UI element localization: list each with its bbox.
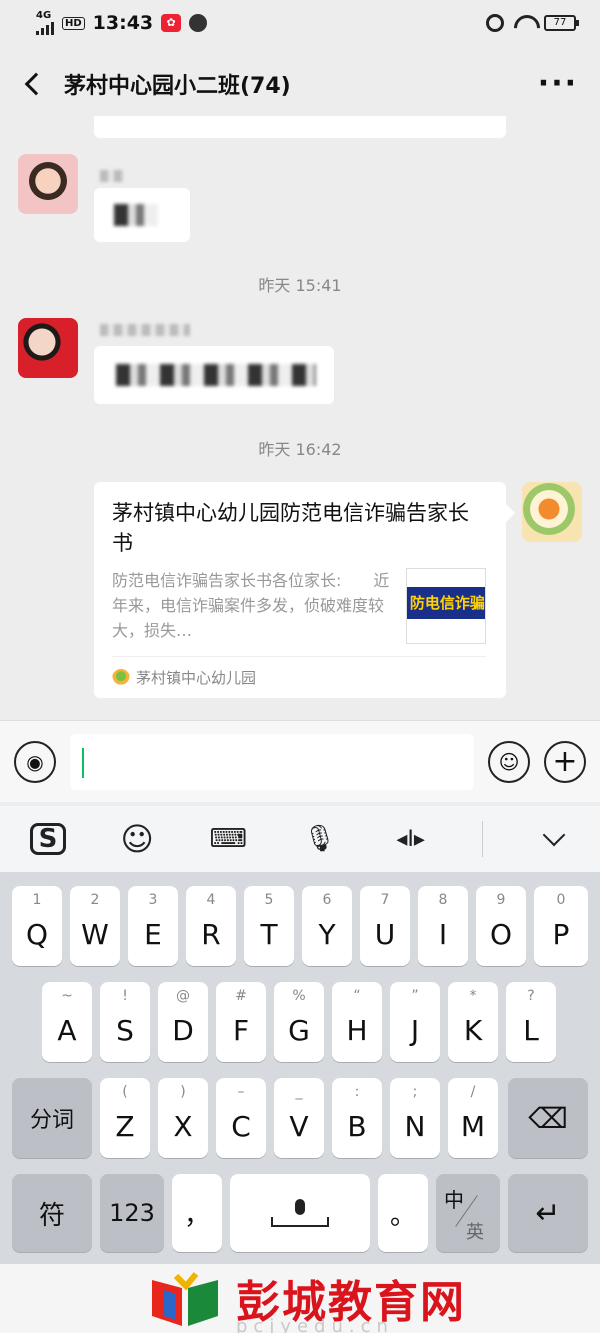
key-k[interactable]: * K <box>448 982 498 1062</box>
keyboard: 1Q 2W 3E 4R 5T 6Y 7U 8I 9O 0P ~ A ! S @ D #… <box>0 872 600 1264</box>
sender-name-blurred <box>100 170 124 182</box>
watermark-logo <box>152 1272 218 1326</box>
avatar[interactable] <box>18 318 78 378</box>
message-list[interactable]: 昨天 15:41 昨天 16:42 茅村镇中心幼儿园防范电信诈骗告家长书 防范电… <box>0 116 600 716</box>
alarm-icon <box>486 14 504 32</box>
hd-icon: HD <box>62 16 85 30</box>
card-title: 茅村镇中心幼儿园防范电信诈骗告家长书 <box>112 501 469 555</box>
notification-icon <box>189 14 208 32</box>
wifi-icon <box>514 15 534 31</box>
input-bar: ◉ ☺ + <box>0 720 600 802</box>
network-type: 4G <box>36 10 52 21</box>
collapse-keyboard-icon[interactable] <box>534 819 574 859</box>
key-r[interactable]: 4R <box>186 886 236 966</box>
link-card[interactable]: 茅村镇中心幼儿园防范电信诈骗告家长书 防范电信诈骗告家长书各位家长: 近年来，电… <box>94 482 515 698</box>
key-x[interactable]: ) X <box>158 1078 208 1158</box>
key-a[interactable]: ~ A <box>42 982 92 1062</box>
notification-app-icon: ✿ <box>161 14 182 32</box>
keyboard-icon[interactable]: ⌨ <box>208 819 248 859</box>
timestamp: 昨天 16:42 <box>258 440 342 459</box>
avatar[interactable] <box>18 154 78 214</box>
enter-icon: ↵ <box>535 1195 561 1231</box>
key-o[interactable]: 9O <box>476 886 526 966</box>
key-p[interactable]: 0P <box>534 886 588 966</box>
voice-icon: ◉ <box>26 749 44 774</box>
message-bubble[interactable] <box>94 116 506 138</box>
key-n[interactable]: ; N <box>390 1078 440 1158</box>
key-c[interactable]: – C <box>216 1078 266 1158</box>
emoji-button[interactable]: ☺ <box>488 740 530 783</box>
ime-emoji-icon[interactable]: ☺ <box>117 819 157 859</box>
key-d[interactable]: @ D <box>158 982 208 1062</box>
cursor-move-icon[interactable]: ◂I▸ <box>391 819 431 859</box>
message-text-blurred <box>114 204 158 226</box>
back-arrow-icon <box>24 72 48 96</box>
key-g[interactable]: % G <box>274 982 324 1062</box>
message-bubble[interactable] <box>94 346 334 404</box>
chat-title: 茅村中心园小二班(74) <box>64 74 291 99</box>
card-source: 茅村镇中心幼儿园 <box>112 656 486 698</box>
message-text-blurred <box>116 364 316 386</box>
chat-header: 茅村中心园小二班(74) ··· <box>0 52 600 116</box>
school-logo-icon <box>112 668 130 687</box>
key-v[interactable]: _ V <box>274 1078 324 1158</box>
key-f[interactable]: # F <box>216 982 266 1062</box>
status-bar: 4G HD 13:43 ✿ 77 <box>0 0 600 46</box>
key-symbols[interactable]: 符 <box>12 1174 92 1252</box>
key-123[interactable]: 123 <box>100 1174 164 1252</box>
key-e[interactable]: 3E <box>128 886 178 966</box>
key-t[interactable]: 5T <box>244 886 294 966</box>
more-options-button[interactable]: ··· <box>538 69 578 99</box>
key-z[interactable]: (Z <box>100 1078 150 1158</box>
key-y[interactable]: 6Y <box>302 886 352 966</box>
key-period[interactable]: 。 <box>378 1174 428 1252</box>
key-fenci[interactable]: 分词 <box>12 1078 92 1158</box>
sogou-logo-icon[interactable]: S <box>30 823 66 855</box>
battery-icon: 77 <box>544 15 579 31</box>
key-l[interactable]: ? L <box>506 982 556 1062</box>
emoji-icon: ☺ <box>498 749 520 774</box>
key-b[interactable]: :B <box>332 1078 382 1158</box>
voice-input-button[interactable]: ◉ <box>14 740 56 783</box>
plus-icon: + <box>552 743 578 779</box>
card-description: 防范电信诈骗告家长书各位家长: 近年来，电信诈骗案件多发，侦破难度较大，损失… <box>112 571 390 640</box>
back-button[interactable] <box>22 64 62 104</box>
self-avatar[interactable] <box>522 482 582 542</box>
space-key[interactable] <box>230 1174 370 1252</box>
backspace-icon: ⌫ <box>528 1101 568 1135</box>
card-thumbnail: 防电信诈骗 <box>406 568 486 644</box>
backspace-key[interactable]: ⌫ <box>508 1078 588 1158</box>
key-j[interactable]: ” J <box>390 982 440 1062</box>
message-bubble[interactable] <box>94 188 190 242</box>
status-time: 13:43 <box>92 12 154 34</box>
timestamp: 昨天 15:41 <box>258 276 342 295</box>
key-i[interactable]: 8I <box>418 886 468 966</box>
sender-name-blurred <box>100 324 190 336</box>
signal-icon <box>36 21 54 35</box>
key-comma[interactable]: ， <box>172 1174 222 1252</box>
key-h[interactable]: “H <box>332 982 382 1062</box>
key-m[interactable]: / M <box>448 1078 498 1158</box>
key-q[interactable]: 1Q <box>12 886 62 966</box>
key-s[interactable]: ! S <box>100 982 150 1062</box>
ime-toolbar: S ☺ ⌨ 🎙 ◂I▸ <box>0 806 600 872</box>
microphone-icon[interactable]: 🎙 <box>299 819 339 859</box>
enter-key[interactable]: ↵ <box>508 1174 588 1252</box>
key-u[interactable]: 7U <box>360 886 410 966</box>
card-source-name: 茅村镇中心幼儿园 <box>136 669 257 687</box>
message-input[interactable] <box>70 733 474 790</box>
lang-switch-key[interactable]: 中 英 <box>436 1174 500 1252</box>
key-w[interactable]: 2W <box>70 886 120 966</box>
more-functions-button[interactable]: + <box>544 740 586 783</box>
watermark-url: pcjyedu.cn <box>236 1316 394 1333</box>
text-cursor <box>82 747 84 778</box>
space-mic-icon <box>230 1174 370 1252</box>
